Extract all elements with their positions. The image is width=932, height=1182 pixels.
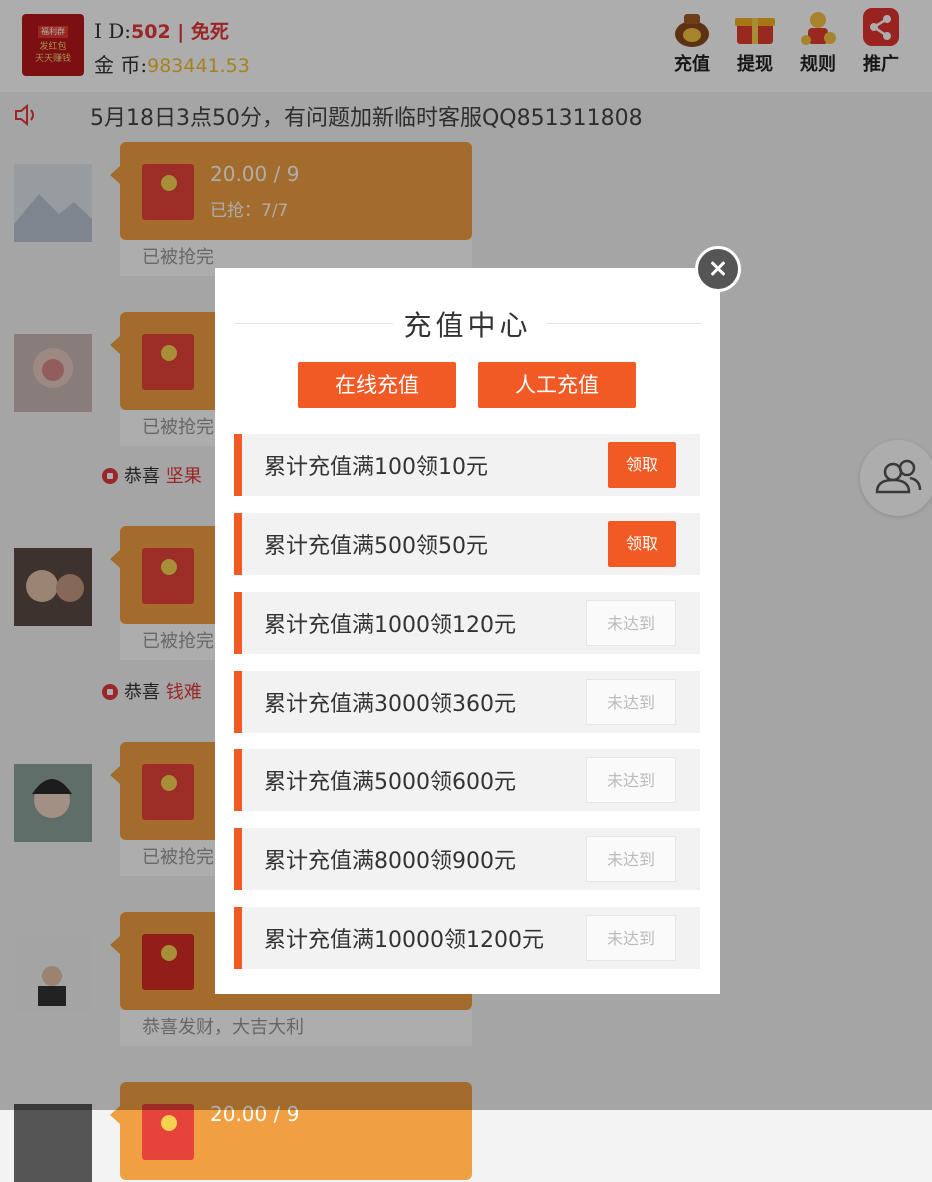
reward-row: 累计充值满8000领900元 未达到 <box>234 828 700 890</box>
tab-online-recharge[interactable]: 在线充值 <box>298 362 456 408</box>
reward-text: 累计充值满10000领1200元 <box>264 928 544 953</box>
modal-title: 充值中心 <box>403 309 532 342</box>
reward-text: 累计充值满3000领360元 <box>264 692 516 717</box>
reward-text: 累计充值满5000领600元 <box>264 770 516 795</box>
tab-manual-recharge[interactable]: 人工充值 <box>478 362 636 408</box>
row-accent-bar <box>234 907 242 969</box>
close-icon[interactable] <box>695 246 741 292</box>
reward-row: 累计充值满100领10元 领取 <box>234 434 700 496</box>
row-accent-bar <box>234 513 242 575</box>
reward-text: 累计充值满500领50元 <box>264 534 488 559</box>
not-reached-button: 未达到 <box>586 600 676 646</box>
claim-button[interactable]: 领取 <box>608 442 676 488</box>
row-accent-bar <box>234 592 242 654</box>
reward-text: 累计充值满8000领900元 <box>264 849 516 874</box>
row-accent-bar <box>234 749 242 811</box>
red-envelope-icon <box>142 1104 194 1160</box>
avatar[interactable] <box>14 1104 92 1182</box>
reward-text: 累计充值满1000领120元 <box>264 613 516 638</box>
row-accent-bar <box>234 828 242 890</box>
reward-row: 累计充值满3000领360元 未达到 <box>234 671 700 733</box>
row-accent-bar <box>234 671 242 733</box>
reward-row: 累计充值满5000领600元 未达到 <box>234 749 700 811</box>
not-reached-button: 未达到 <box>586 915 676 961</box>
not-reached-button: 未达到 <box>586 679 676 725</box>
reward-row: 累计充值满500领50元 领取 <box>234 513 700 575</box>
reward-row: 累计充值满10000领1200元 未达到 <box>234 907 700 969</box>
claim-button[interactable]: 领取 <box>608 521 676 567</box>
recharge-center-modal: 充值中心 在线充值 人工充值 累计充值满100领10元 领取 累计充值满500领… <box>215 268 720 994</box>
not-reached-button: 未达到 <box>586 836 676 882</box>
row-accent-bar <box>234 434 242 496</box>
reward-text: 累计充值满100领10元 <box>264 455 488 480</box>
not-reached-button: 未达到 <box>586 757 676 803</box>
reward-row: 累计充值满1000领120元 未达到 <box>234 592 700 654</box>
